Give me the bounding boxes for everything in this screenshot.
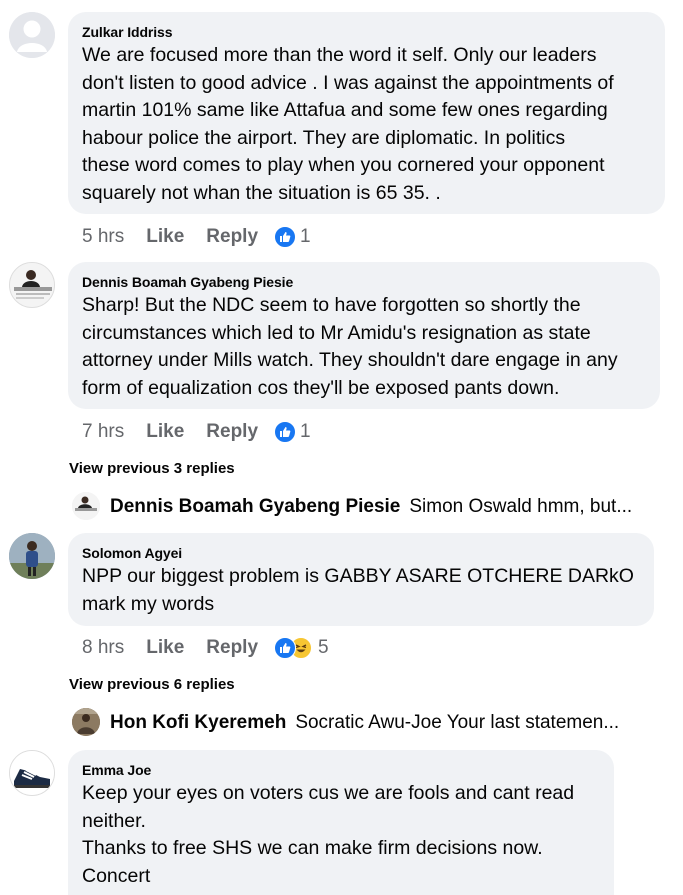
reply-button[interactable]: Reply [206, 637, 258, 659]
comment-text: We are focused more than the word it sel… [82, 44, 614, 204]
reply-author[interactable]: Dennis Boamah Gyabeng Piesie [110, 496, 400, 518]
avatar[interactable] [9, 262, 55, 308]
comment-text: NPP our biggest problem is GABBY ASARE O… [82, 565, 634, 615]
user-photo-icon [72, 708, 100, 736]
comment-bubble: Emma Joe Keep your eyes on voters cus we… [68, 750, 614, 895]
reaction-summary[interactable]: 1 [274, 226, 311, 248]
reaction-summary[interactable]: 1 [274, 421, 311, 443]
comment-text: Keep your eyes on voters cus we are fool… [82, 782, 575, 887]
comment-text: Sharp! But the NDC seem to have forgotte… [82, 294, 618, 399]
reaction-count: 1 [300, 421, 311, 442]
reply-button[interactable]: Reply [206, 421, 258, 443]
view-previous-replies-link[interactable]: View previous 3 replies [69, 460, 235, 477]
user-photo-icon [10, 263, 54, 307]
comment-author[interactable]: Emma Joe [82, 762, 600, 778]
comment-actions: 5 hrs Like Reply 1 [82, 224, 311, 250]
reply-text: Socratic Awu-Joe Your last statemen... [295, 712, 620, 733]
thumbs-up-icon [274, 226, 297, 248]
comment-actions: 7 hrs Like Reply 1 [82, 419, 311, 445]
view-previous-replies-link[interactable]: View previous 6 replies [69, 676, 235, 693]
comment-author[interactable]: Dennis Boamah Gyabeng Piesie [82, 274, 646, 290]
default-user-avatar-icon [9, 12, 55, 58]
comment-author[interactable]: Solomon Agyei [82, 545, 640, 561]
reaction-count: 5 [318, 637, 329, 658]
reply-avatar[interactable] [72, 492, 100, 520]
like-button[interactable]: Like [146, 421, 184, 443]
avatar[interactable] [9, 750, 55, 796]
comment-timestamp[interactable]: 8 hrs [82, 637, 124, 659]
reaction-count: 1 [300, 226, 311, 247]
user-photo-icon [72, 492, 100, 520]
comment-actions: 8 hrs Like Reply 5 [82, 635, 329, 661]
comment-bubble: Zulkar Iddriss We are focused more than … [68, 12, 665, 214]
user-photo-icon [9, 533, 55, 579]
reply-author[interactable]: Hon Kofi Kyeremeh [110, 712, 286, 734]
like-button[interactable]: Like [146, 637, 184, 659]
reaction-summary[interactable]: 5 [274, 637, 329, 659]
comment-bubble: Dennis Boamah Gyabeng Piesie Sharp! But … [68, 262, 660, 409]
avatar[interactable] [9, 12, 55, 58]
comment-author[interactable]: Zulkar Iddriss [82, 24, 651, 40]
comment-timestamp[interactable]: 7 hrs [82, 421, 124, 443]
sneaker-avatar-icon [10, 751, 54, 795]
thumbs-up-icon [274, 421, 297, 443]
reply-preview[interactable]: Hon Kofi Kyeremeh Socratic Awu-Joe Your … [110, 709, 655, 737]
reply-button[interactable]: Reply [206, 226, 258, 248]
comment-bubble: Solomon Agyei NPP our biggest problem is… [68, 533, 654, 626]
comment-timestamp[interactable]: 5 hrs [82, 226, 124, 248]
reply-avatar[interactable] [72, 708, 100, 736]
thumbs-up-icon [274, 637, 297, 659]
reply-text: Simon Oswald hmm, but... [409, 496, 633, 517]
like-button[interactable]: Like [146, 226, 184, 248]
avatar[interactable] [9, 533, 55, 579]
reply-preview[interactable]: Dennis Boamah Gyabeng Piesie Simon Oswal… [110, 493, 655, 521]
